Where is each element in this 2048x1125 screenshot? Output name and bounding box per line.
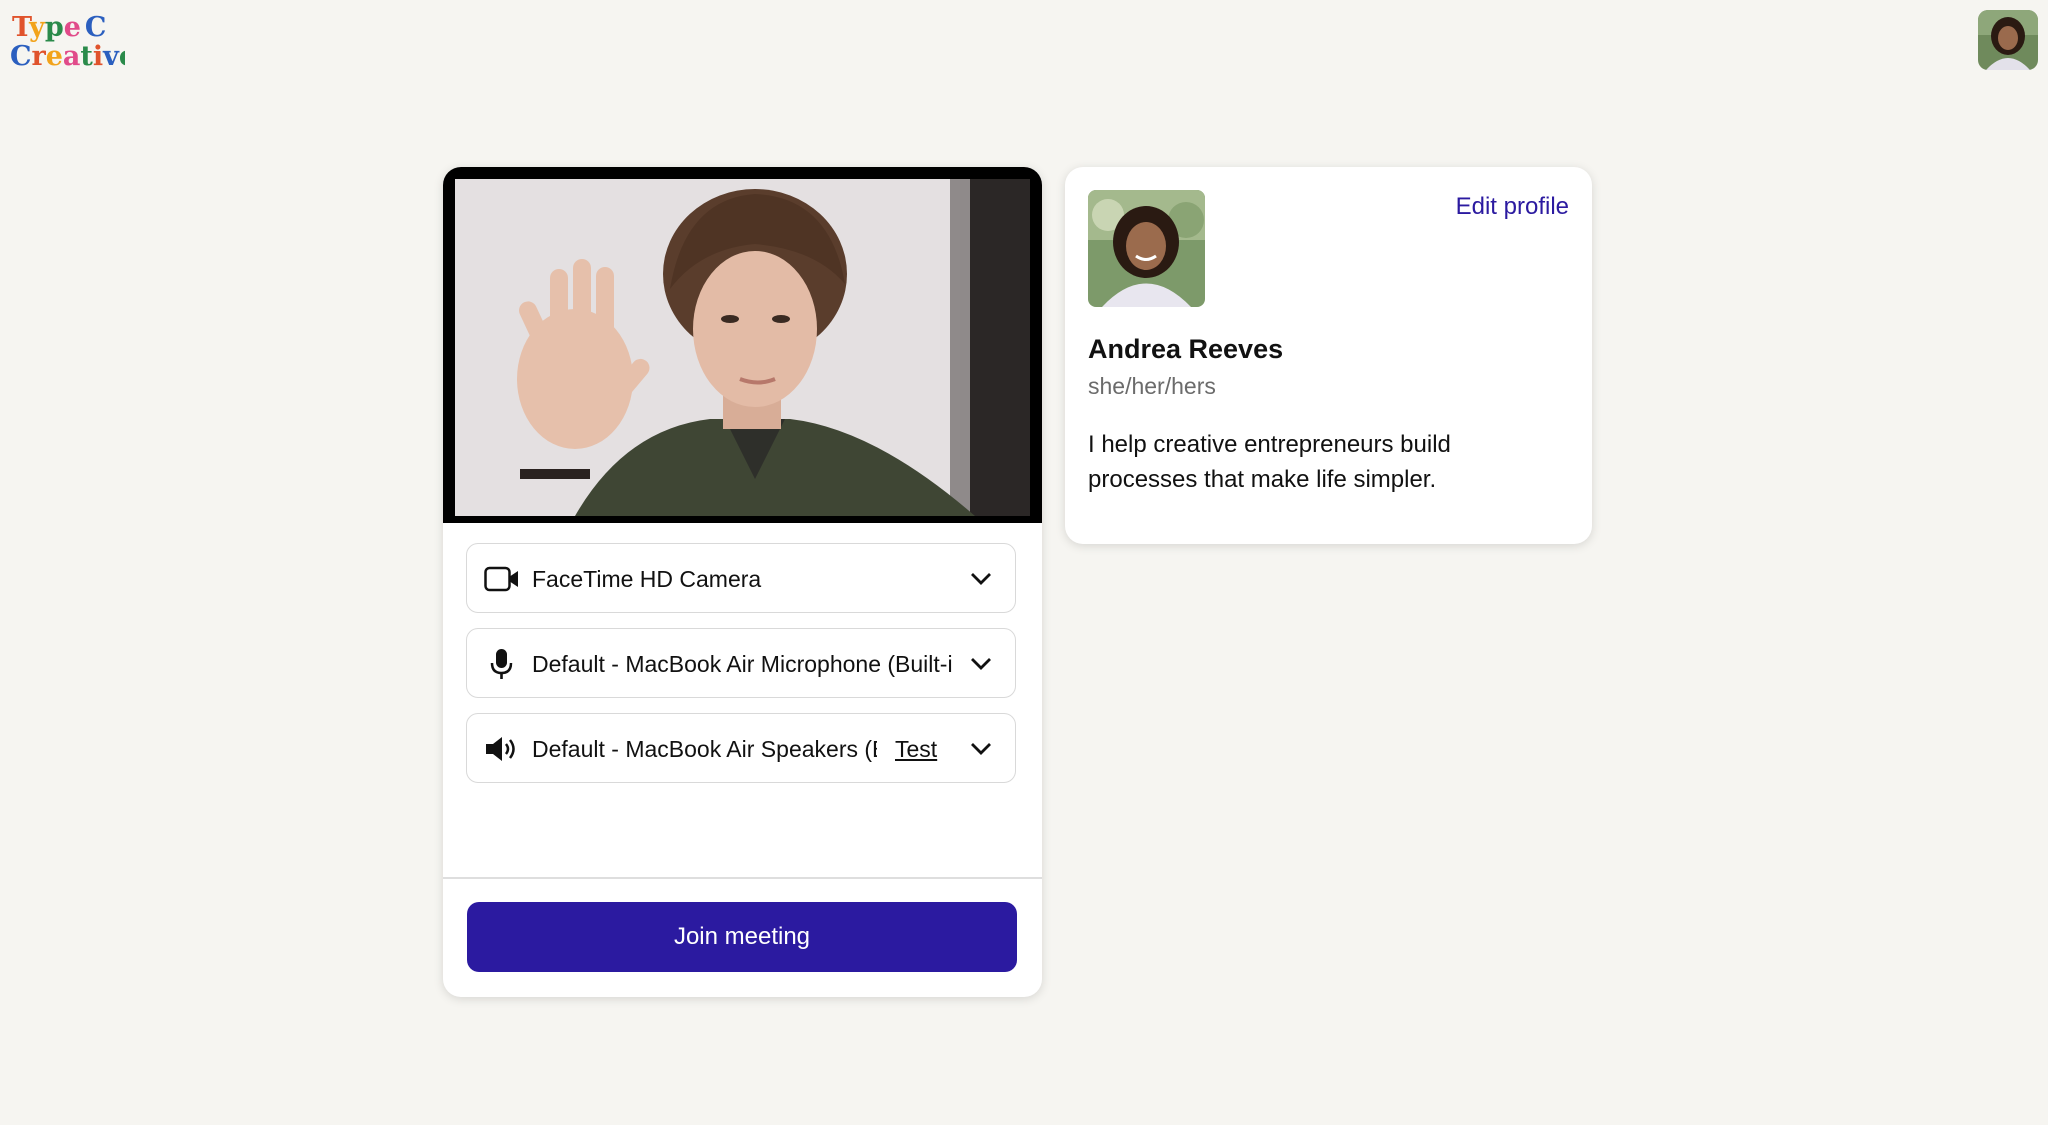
type-c-creative-logo[interactable]: TypeC Creative (10, 10, 136, 72)
camera-preview (455, 179, 1030, 516)
chevron-down-icon (969, 653, 993, 673)
profile-photo-image (1088, 190, 1205, 307)
profile-name: Andrea Reeves (1088, 334, 1284, 364)
camera-preview-image (455, 179, 1030, 516)
profile-card: Edit profile Andrea Reeves she/her/hers … (1065, 167, 1592, 544)
video-preview-frame (443, 167, 1042, 523)
speaker-select[interactable]: Default - MacBook Air Speakers (Built-in… (466, 713, 1016, 783)
microphone-icon (484, 649, 520, 679)
speaker-icon (484, 734, 520, 764)
svg-text:Creative: Creative (10, 41, 125, 72)
profile-bio: I help creative entrepreneurs build proc… (1088, 431, 1451, 493)
divider (443, 877, 1042, 879)
profile-pronouns: she/her/hers (1088, 373, 1216, 399)
video-camera-icon (484, 564, 520, 594)
chevron-down-icon (969, 568, 993, 588)
device-setup-card: FaceTime HD Camera Default - MacBook Air… (443, 167, 1042, 997)
test-speaker-link[interactable]: Test (895, 736, 937, 763)
logo-wordmark: TypeC Creative (10, 12, 136, 72)
microphone-select[interactable]: Default - MacBook Air Microphone (Built-… (466, 628, 1016, 698)
chevron-down-icon (969, 738, 993, 758)
speaker-select-value: Default - MacBook Air Speakers (Built-in… (532, 736, 877, 762)
avatar-image (1978, 10, 2038, 70)
join-meeting-button[interactable]: Join meeting (467, 902, 1017, 972)
edit-profile-link[interactable]: Edit profile (1456, 193, 1569, 221)
profile-photo (1088, 190, 1205, 307)
svg-text:TypeC: Type C (12, 12, 106, 43)
camera-select[interactable]: FaceTime HD Camera (466, 543, 1016, 613)
user-avatar[interactable] (1978, 10, 2038, 70)
microphone-select-value: Default - MacBook Air Microphone (Built-… (532, 651, 952, 677)
camera-select-value: FaceTime HD Camera (532, 566, 762, 592)
